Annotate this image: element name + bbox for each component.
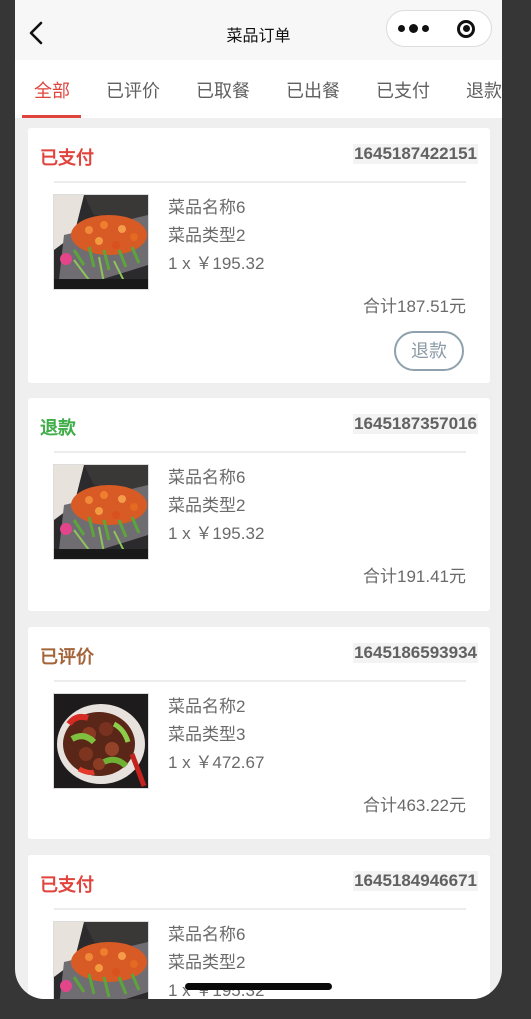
dish-image xyxy=(53,464,149,560)
order-status: 已支付 xyxy=(40,148,94,168)
dish-type: 菜品类型2 xyxy=(168,496,246,515)
dish-name: 菜品名称6 xyxy=(168,468,246,487)
order-number: 1645187422151 xyxy=(353,144,478,164)
order-card[interactable]: 已支付 1645184946671 菜品名称6 菜品类型2 1 x ￥195.3… xyxy=(28,855,490,999)
dish-image xyxy=(53,921,149,999)
order-number: 1645184946671 xyxy=(353,871,478,891)
order-card[interactable]: 已评价 1645186593934 菜品名称2 菜品类型3 1 x ￥472.6… xyxy=(28,627,490,839)
dish-name: 菜品名称6 xyxy=(168,925,246,944)
active-tab-indicator xyxy=(22,115,81,118)
divider xyxy=(54,181,466,183)
divider xyxy=(54,451,466,453)
divider xyxy=(54,908,466,910)
dish-info: 菜品名称6 菜品类型2 1 x ￥195.32 xyxy=(168,194,264,278)
phone-screen: 菜品订单 全部 已评价 已取餐 已出餐 已支付 退款 已支付 164518742… xyxy=(15,0,502,999)
order-card[interactable]: 退款 1645187357016 菜品名称6 菜品类型2 1 x ￥195.32… xyxy=(28,398,490,611)
order-number: 1645187357016 xyxy=(353,414,478,434)
dish-info: 菜品名称2 菜品类型3 1 x ￥472.67 xyxy=(168,693,264,777)
order-total: 合计187.51元 xyxy=(363,297,466,316)
tab-served[interactable]: 已出餐 xyxy=(286,77,340,103)
navigation-bar: 菜品订单 xyxy=(15,0,502,60)
dish-type: 菜品类型2 xyxy=(168,226,246,245)
quantity-price: 1 x ￥195.32 xyxy=(168,254,265,273)
order-number: 1645186593934 xyxy=(353,643,478,663)
tab-paid[interactable]: 已支付 xyxy=(376,77,430,103)
tab-all[interactable]: 全部 xyxy=(34,77,70,103)
more-dots-icon[interactable] xyxy=(387,11,440,46)
dish-name: 菜品名称6 xyxy=(168,198,246,217)
dish-image xyxy=(53,194,149,290)
order-status: 已评价 xyxy=(40,647,94,667)
dish-name: 菜品名称2 xyxy=(168,697,246,716)
order-status: 退款 xyxy=(40,418,76,438)
dish-type: 菜品类型3 xyxy=(168,725,246,744)
dish-image xyxy=(53,693,149,789)
dish-type: 菜品类型2 xyxy=(168,953,246,972)
quantity-price: 1 x ￥195.32 xyxy=(168,524,265,543)
order-total: 合计463.22元 xyxy=(363,796,466,815)
order-status-tabs: 全部 已评价 已取餐 已出餐 已支付 退款 xyxy=(15,60,502,118)
tab-reviewed[interactable]: 已评价 xyxy=(106,77,160,103)
mini-program-capsule xyxy=(386,10,492,47)
divider xyxy=(54,680,466,682)
quantity-price: 1 x ￥472.67 xyxy=(168,753,265,772)
dish-info: 菜品名称6 菜品类型2 1 x ￥195.32 xyxy=(168,464,264,548)
tab-refund[interactable]: 退款 xyxy=(466,77,502,103)
tab-picked-up[interactable]: 已取餐 xyxy=(196,77,250,103)
home-indicator xyxy=(185,983,332,990)
order-status: 已支付 xyxy=(40,875,94,895)
refund-button[interactable]: 退款 xyxy=(394,331,464,371)
order-total: 合计191.41元 xyxy=(363,567,466,586)
order-card[interactable]: 已支付 1645187422151 菜品名称6 菜品类型2 1 x ￥195.3… xyxy=(28,128,490,383)
target-close-icon[interactable] xyxy=(440,11,492,46)
